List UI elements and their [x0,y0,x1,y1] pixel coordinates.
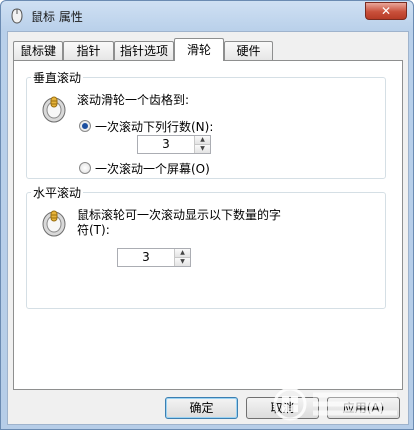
tab-buttons[interactable]: 鼠标键 [13,41,63,60]
scroll-lines-spinner[interactable]: 3 ▲ ▼ [137,135,211,154]
scroll-lines-radio[interactable] [79,120,91,132]
tab-hardware[interactable]: 硬件 [224,41,273,60]
close-icon: ✕ [380,4,392,18]
scroll-chars-value[interactable]: 3 [118,249,174,266]
ok-button[interactable]: 确定 [165,397,238,419]
vertical-scrolling-group: 垂直滚动 滚动滑轮一个齿格到: 一次滚动下列行数(N): 3 ▲ ▼ 一次滚动一… [26,69,386,179]
dialog-client-area: 鼠标键 指针 指针选项 滑轮 硬件 垂直滚动 滚动滑轮一个齿格到: 一次滚动下列… [7,31,409,425]
vertical-scrolling-title: 垂直滚动 [31,69,84,86]
system-logo-icon [273,387,397,421]
horizontal-scrolling-title: 水平滚动 [31,184,84,201]
spin-down-icon[interactable]: ▼ [195,145,210,153]
horizontal-scrolling-group: 水平滚动 鼠标滚轮可一次滚动显示以下数量的字 符(T): 3 ▲ ▼ [26,184,386,309]
spin-down-icon[interactable]: ▼ [175,258,190,266]
window-title: 鼠标 属性 [31,10,83,24]
tab-wheel[interactable]: 滑轮 [174,38,224,61]
scroll-lines-label[interactable]: 一次滚动下列行数(N): [95,118,213,135]
spin-up-icon[interactable]: ▲ [175,249,190,258]
scroll-lines-value[interactable]: 3 [138,136,194,153]
title-bar[interactable]: 鼠标 属性 ✕ [1,1,413,31]
spin-up-icon[interactable]: ▲ [195,136,210,145]
vertical-scroll-prompt: 滚动滑轮一个齿格到: [77,93,190,107]
horizontal-scroll-prompt-line2: 符(T): [77,223,110,237]
mouse-properties-window: 鼠标 属性 ✕ 鼠标键 指针 指针选项 滑轮 硬件 垂直滚动 滚动滑轮一个齿格到 [0,0,414,430]
spinner-arrows: ▲ ▼ [194,136,210,153]
mouse-icon [11,8,23,24]
wheel-tab-panel: 垂直滚动 滚动滑轮一个齿格到: 一次滚动下列行数(N): 3 ▲ ▼ 一次滚动一… [13,60,403,390]
scroll-screen-label[interactable]: 一次滚动一个屏幕(O) [95,160,210,177]
spinner-arrows: ▲ ▼ [174,249,190,266]
scroll-chars-spinner[interactable]: 3 ▲ ▼ [117,248,191,267]
mouse-wheel-icon [42,210,66,237]
mouse-wheel-icon [42,96,66,123]
close-button[interactable]: ✕ [365,2,407,20]
tab-pointer-options[interactable]: 指针选项 [114,41,174,60]
tab-pointers[interactable]: 指针 [63,41,114,60]
scroll-screen-radio[interactable] [79,162,91,174]
